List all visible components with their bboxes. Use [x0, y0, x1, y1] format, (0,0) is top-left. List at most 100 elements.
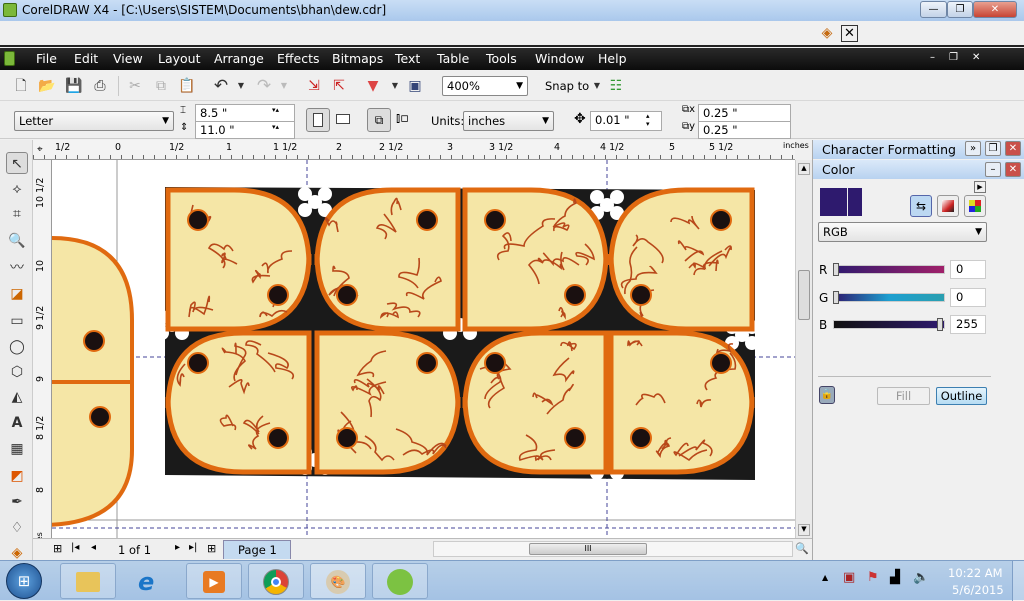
current-page-button[interactable]: ⫾▫ — [396, 111, 409, 126]
menu-text[interactable]: Text — [395, 51, 420, 66]
menu-bitmaps[interactable]: Bitmaps — [332, 51, 383, 66]
prev-page-icon[interactable]: ◂ — [91, 542, 96, 553]
menu-layout[interactable]: Layout — [158, 51, 201, 66]
menu-help[interactable]: Help — [598, 51, 627, 66]
r-slider-thumb[interactable] — [833, 263, 839, 276]
taskbar-internet-explorer[interactable]: e — [138, 568, 154, 596]
redo-dropdown-icon[interactable]: ▼ — [275, 77, 293, 95]
restore-button[interactable]: ❐ — [947, 1, 973, 18]
horizontal-scrollbar[interactable]: III — [433, 541, 793, 557]
eyedropper-icon[interactable]: ✒ — [6, 491, 28, 513]
menu-tools[interactable]: Tools — [486, 51, 517, 66]
scroll-down-icon[interactable]: ▼ — [798, 524, 810, 536]
vertical-scrollbar[interactable]: ▲ ▼ — [795, 160, 812, 538]
menu-effects[interactable]: Effects — [277, 51, 320, 66]
height-spinner[interactable]: ▾▴ — [272, 123, 292, 137]
color-palettes-icon[interactable] — [964, 195, 986, 217]
zoom-pan-icon[interactable]: 🔍 — [795, 542, 809, 555]
taskbar-paint[interactable]: 🎨 — [310, 563, 366, 599]
start-button[interactable]: ⊞ — [6, 563, 42, 599]
menu-view[interactable]: View — [113, 51, 143, 66]
clock-time[interactable]: 10:22 AM — [948, 566, 1003, 580]
table-tool-icon[interactable]: ▦ — [6, 438, 28, 460]
width-spinner[interactable]: ▾▴ — [272, 106, 292, 120]
snap-options-icon[interactable]: ☷ — [607, 77, 625, 95]
expand-icon[interactable]: » — [965, 141, 981, 156]
interactive-blend-icon[interactable]: ◩ — [6, 465, 28, 487]
clock-date[interactable]: 5/6/2015 — [952, 583, 1004, 597]
b-value-field[interactable]: 255 — [950, 315, 986, 334]
add-page-after-icon[interactable]: ⊞ — [207, 542, 216, 555]
snap-dropdown-icon[interactable]: ▼ — [588, 77, 606, 95]
taskbar-media-player[interactable]: ▶ — [186, 563, 242, 599]
last-page-icon[interactable]: ▸| — [189, 542, 197, 553]
minimize-icon[interactable]: – — [985, 162, 1001, 177]
shape-tool-icon[interactable]: ⟡ — [6, 178, 28, 200]
network-alert-icon[interactable]: ▣ — [843, 570, 855, 585]
taskbar-chrome[interactable] — [248, 563, 304, 599]
color-sliders-icon[interactable]: ⇆ — [910, 195, 932, 217]
first-page-icon[interactable]: |◂ — [71, 542, 79, 553]
horizontal-ruler[interactable]: ⌖ 1/2 0 1/2 1 1 1/2 2 2 1/2 3 3 1/2 4 4 … — [33, 140, 809, 160]
show-desktop-button[interactable] — [1012, 561, 1024, 601]
ellipse-tool-icon[interactable]: ◯ — [6, 336, 28, 358]
redo-icon[interactable]: ↷ — [255, 77, 273, 95]
add-page-icon[interactable]: ⊞ — [53, 542, 62, 555]
rectangle-tool-icon[interactable]: ▭ — [6, 310, 28, 332]
taskbar-coreldraw[interactable] — [372, 563, 428, 599]
welcome-screen-icon[interactable]: ▣ — [406, 77, 424, 95]
signal-icon[interactable]: ▟ — [890, 570, 900, 585]
ruler-origin-icon[interactable]: ⌖ — [37, 144, 43, 155]
text-tool-icon[interactable]: A — [6, 412, 28, 434]
cut-icon[interactable]: ✂ — [126, 77, 144, 95]
new-icon[interactable]: 🗋 — [12, 77, 30, 95]
undo-dropdown-icon[interactable]: ▼ — [232, 77, 250, 95]
smart-fill-icon[interactable]: ◪ — [6, 283, 28, 305]
g-slider-thumb[interactable] — [833, 291, 839, 304]
units-select[interactable]: inches ▼ — [463, 111, 554, 131]
paper-type-select[interactable]: Letter ▼ — [14, 111, 174, 131]
outline-button[interactable]: Outline — [936, 387, 987, 405]
launcher-dropdown-icon[interactable]: ▼ — [386, 77, 404, 95]
g-value-field[interactable]: 0 — [950, 288, 986, 307]
drawing-canvas[interactable] — [52, 160, 795, 538]
outline-tool-icon[interactable]: ♢ — [6, 517, 28, 539]
float-icon[interactable]: ❐ — [985, 141, 1001, 156]
freehand-tool-icon[interactable]: 〰 — [6, 257, 28, 279]
close-button[interactable]: ✕ — [973, 1, 1017, 18]
scroll-up-icon[interactable]: ▲ — [798, 163, 810, 175]
undo-icon[interactable]: ↶ — [212, 77, 230, 95]
show-hidden-icons[interactable]: ▲ — [822, 573, 828, 582]
fill-bucket-icon[interactable]: ◈ — [818, 24, 836, 42]
vertical-ruler[interactable]: 10 1/2 10 9 1/2 9 8 1/2 8 inches — [33, 160, 52, 558]
menu-window[interactable]: Window — [535, 51, 584, 66]
fill-button[interactable]: Fill — [877, 387, 930, 405]
color-viewer-icon[interactable] — [937, 195, 959, 217]
b-slider-thumb[interactable] — [937, 318, 943, 331]
save-icon[interactable]: 💾 — [65, 77, 83, 95]
taskbar-explorer[interactable] — [60, 563, 116, 599]
pick-tool-icon[interactable]: ↖ — [6, 152, 28, 174]
menu-file[interactable]: File — [36, 51, 57, 66]
menu-arrange[interactable]: Arrange — [214, 51, 264, 66]
open-icon[interactable]: 📂 — [38, 77, 56, 95]
portrait-button[interactable] — [306, 108, 330, 132]
duplicate-distance-y-field[interactable]: 0.25 " — [698, 121, 791, 139]
artwork[interactable] — [52, 160, 795, 538]
lock-icon[interactable]: 🔒 — [819, 386, 835, 404]
minimize-button[interactable]: — — [920, 1, 947, 18]
crop-tool-icon[interactable]: ⌗ — [6, 203, 28, 225]
flyout-menu-icon[interactable]: ▶ — [974, 181, 986, 193]
vertical-scroll-thumb[interactable] — [798, 270, 810, 320]
menu-table[interactable]: Table — [437, 51, 469, 66]
no-color-icon[interactable]: ✕ — [841, 25, 858, 42]
g-slider[interactable] — [833, 291, 945, 304]
landscape-button[interactable] — [336, 114, 350, 124]
r-value-field[interactable]: 0 — [950, 260, 986, 279]
all-pages-button[interactable]: ⧉ — [367, 108, 391, 132]
application-launcher-icon[interactable]: ▼ — [364, 77, 382, 95]
close-icon[interactable]: ✕ — [1005, 162, 1021, 177]
copy-icon[interactable]: ⧉ — [152, 77, 170, 95]
duplicate-distance-x-field[interactable]: 0.25 " — [698, 104, 791, 122]
tab-page-1[interactable]: Page 1 — [223, 540, 291, 559]
